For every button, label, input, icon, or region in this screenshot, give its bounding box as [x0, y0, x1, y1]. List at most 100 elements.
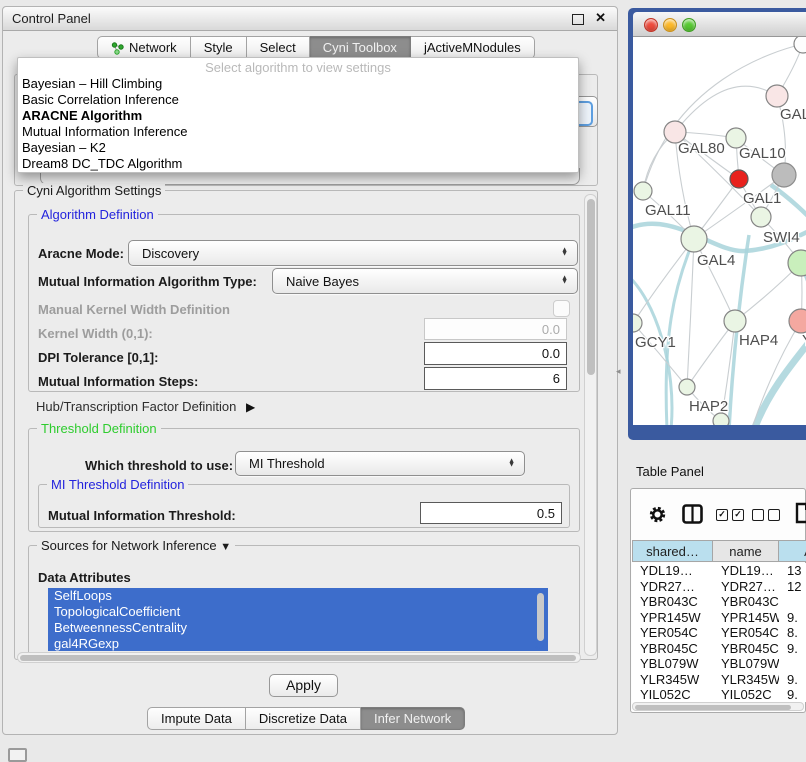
- table-row[interactable]: YDL19…YDL19…13: [632, 563, 806, 579]
- zoom-traffic-light[interactable]: [682, 18, 696, 32]
- dropdown-item-bayesian-hill-climbing[interactable]: Bayesian – Hill Climbing: [18, 76, 578, 92]
- control-panel-titlebar[interactable]: Control Panel ✕: [3, 7, 617, 31]
- table-cell: YBR043C: [632, 594, 713, 610]
- algorithm-dropdown-popup: Select algorithm to view settings Bayesi…: [17, 57, 579, 173]
- tab-select[interactable]: Select: [247, 36, 310, 59]
- kernel-width-field[interactable]: 0.0: [424, 318, 567, 340]
- table-row[interactable]: YPR145WYPR145W9.: [632, 610, 806, 626]
- table-panel-title: Table Panel: [636, 464, 704, 479]
- list-item-topologicalcoefficient[interactable]: TopologicalCoefficient: [48, 604, 548, 620]
- list-item-selfloops[interactable]: SelfLoops: [48, 588, 548, 604]
- table-hscrollbar[interactable]: [632, 702, 804, 711]
- table-row[interactable]: YDR27…YDR27…12: [632, 579, 806, 595]
- new-table-icon[interactable]: [795, 502, 806, 524]
- column-header-shared[interactable]: shared…: [632, 540, 713, 562]
- network-node-gal[interactable]: [766, 85, 788, 107]
- table-row[interactable]: YBL079WYBL079W: [632, 656, 806, 672]
- manual-kernel-checkbox[interactable]: [553, 300, 570, 317]
- unchecked-columns-icon[interactable]: [752, 509, 784, 521]
- gear-icon[interactable]: [648, 505, 667, 524]
- node-label-gal4: GAL4: [697, 252, 735, 269]
- tab-impute-data[interactable]: Impute Data: [147, 707, 246, 730]
- dropdown-item-basic-correlation-inference[interactable]: Basic Correlation Inference: [18, 92, 578, 108]
- node-label-hap4: HAP4: [739, 332, 778, 349]
- checkbox-checked-icon: ✓: [732, 509, 744, 521]
- list-item-gal4rgexp[interactable]: gal4RGexp: [48, 636, 548, 651]
- table-cell: YBR045C: [713, 641, 779, 657]
- tab-network[interactable]: Network: [97, 36, 191, 59]
- dropdown-item-mutual-information-inference[interactable]: Mutual Information Inference: [18, 124, 578, 140]
- tab-label: jActiveMNodules: [424, 40, 521, 55]
- table-cell: YER054C: [713, 625, 779, 641]
- table-cell: [779, 594, 806, 610]
- network-canvas[interactable]: GALGAL80GAL10GAL1GAL11GAL4SWI4GCY1HAP4YH…: [633, 37, 806, 425]
- mi-steps-field[interactable]: 6: [424, 367, 567, 390]
- dpi-tolerance-label: DPI Tolerance [0,1]:: [38, 350, 158, 365]
- settings-hscrollbar-thumb[interactable]: [20, 655, 576, 661]
- table-row[interactable]: YBR043CYBR043C: [632, 594, 806, 610]
- table-row[interactable]: YLR345WYLR345W9.: [632, 672, 806, 688]
- tab-cyni-toolbox[interactable]: Cyni Toolbox: [310, 36, 411, 59]
- float-window-icon[interactable]: [572, 14, 584, 25]
- table-row[interactable]: YIL052CYIL052C9.: [632, 687, 806, 702]
- close-icon[interactable]: ✕: [595, 10, 606, 26]
- dropdown-item-aracne-algorithm[interactable]: ARACNE Algorithm: [18, 108, 578, 124]
- minimize-traffic-light[interactable]: [663, 18, 677, 32]
- hub-section-toggle[interactable]: Hub/Transcription Factor Definition ▶: [36, 399, 255, 414]
- network-node-gal4[interactable]: [681, 226, 707, 252]
- column-header-a[interactable]: A: [779, 540, 806, 562]
- network-node[interactable]: [794, 37, 806, 53]
- which-threshold-select[interactable]: MI Threshold ▲▼: [235, 451, 525, 476]
- node-label-gal11: GAL11: [645, 202, 691, 219]
- network-node-gal11[interactable]: [634, 182, 652, 200]
- table-row[interactable]: YER054CYER054C8.: [632, 625, 806, 641]
- settings-scrollbar-thumb[interactable]: [587, 199, 595, 375]
- tab-label: Impute Data: [161, 711, 232, 726]
- mi-type-select[interactable]: Naive Bayes ▲▼: [272, 268, 578, 294]
- table-cell: YIL052C: [632, 687, 713, 702]
- checked-columns-icon[interactable]: ✓✓: [716, 509, 748, 521]
- list-scrollbar-thumb[interactable]: [537, 593, 544, 641]
- network-node-hap2[interactable]: [679, 379, 695, 395]
- table-row[interactable]: YBR045CYBR045C9.: [632, 641, 806, 657]
- tab-jactivemnodules[interactable]: jActiveMNodules: [411, 36, 535, 59]
- mi-threshold-label: Mutual Information Threshold:: [48, 508, 236, 523]
- table-cell: 9.: [779, 641, 806, 657]
- splitter-arrow-icon[interactable]: ◂: [616, 366, 621, 377]
- network-node-y[interactable]: [789, 309, 806, 333]
- tab-infer-network[interactable]: Infer Network: [361, 707, 465, 730]
- tab-style[interactable]: Style: [191, 36, 247, 59]
- network-node-hap4[interactable]: [724, 310, 746, 332]
- settings-scrollbar[interactable]: [584, 194, 597, 656]
- network-node[interactable]: [730, 170, 748, 188]
- threshold-definition-title: Threshold Definition: [37, 421, 161, 436]
- node-label-gal1: GAL1: [743, 190, 781, 207]
- list-scrollbar[interactable]: [534, 590, 545, 649]
- tab-discretize-data[interactable]: Discretize Data: [246, 707, 361, 730]
- table-cell: YIL052C: [713, 687, 779, 702]
- network-node-gcy1[interactable]: [633, 314, 642, 332]
- aracne-mode-select[interactable]: Discovery ▲▼: [128, 240, 578, 266]
- which-threshold-label: Which threshold to use:: [85, 458, 233, 473]
- column-header-name[interactable]: name: [713, 540, 779, 562]
- network-window-titlebar[interactable]: [633, 12, 806, 37]
- app-root: Control Panel ✕ NetworkStyleSelectCyni T…: [0, 0, 806, 762]
- mi-threshold-group-title: MI Threshold Definition: [47, 477, 188, 492]
- data-attributes-label: Data Attributes: [38, 570, 131, 585]
- dropdown-item-dream8-dc-tdc-algorithm[interactable]: Dream8 DC_TDC Algorithm: [18, 156, 578, 172]
- network-node-swi4[interactable]: [788, 250, 806, 276]
- dropdown-item-bayesian-k2[interactable]: Bayesian – K2: [18, 140, 578, 156]
- node-label-gal80: GAL80: [678, 140, 725, 157]
- mi-threshold-field[interactable]: 0.5: [420, 502, 562, 524]
- network-node[interactable]: [772, 163, 796, 187]
- sources-title[interactable]: Sources for Network Inference ▼: [37, 538, 235, 553]
- dock-icon[interactable]: [8, 748, 27, 762]
- columns-icon[interactable]: [682, 504, 703, 524]
- dpi-tolerance-field[interactable]: 0.0: [424, 342, 567, 365]
- close-traffic-light[interactable]: [644, 18, 658, 32]
- network-node-gal1[interactable]: [751, 207, 771, 227]
- settings-hscrollbar[interactable]: [17, 652, 581, 663]
- list-item-betweennesscentrality[interactable]: BetweennessCentrality: [48, 620, 548, 636]
- table-hscrollbar-thumb[interactable]: [635, 705, 791, 710]
- apply-button[interactable]: Apply: [269, 674, 338, 697]
